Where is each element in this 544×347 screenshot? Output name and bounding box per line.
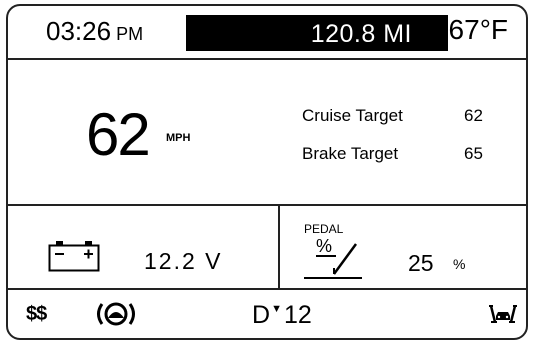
dollar-indicator: $$ — [26, 303, 47, 325]
speed-value: 62 — [86, 101, 151, 168]
brake-target-label: Brake Target — [302, 144, 399, 163]
pedal-unit: % — [453, 256, 466, 272]
panel-divider — [278, 204, 280, 288]
speed-panel: 62 MPH Cruise Target 62 Brake Target 65 — [8, 58, 526, 206]
gear-letter: D — [252, 301, 271, 329]
speed-unit: MPH — [166, 132, 191, 144]
cruise-target-label: Cruise Target — [302, 106, 403, 125]
odometer-box: 120.8 MI — [186, 15, 448, 51]
outside-temperature: 67°F — [448, 14, 508, 45]
brake-target-value: 65 — [464, 144, 483, 163]
gear-arrow: ▼ — [271, 303, 282, 315]
gear-number: 12 — [283, 301, 312, 329]
gauge-panel: 12.2 V PEDAL % 25 % — [8, 204, 526, 290]
battery-voltage: 12.2 V — [144, 248, 223, 274]
cruise-target-value: 62 — [464, 106, 483, 125]
clock-time: 03:26 — [46, 16, 112, 46]
gear-indicator: D▼12 — [252, 301, 312, 330]
bottom-status-bar: $$ D▼12 — [8, 288, 526, 338]
clock-ampm: PM — [116, 24, 144, 44]
brake-warning-icon — [97, 302, 135, 326]
top-status-bar: 03:26 PM 120.8 MI 67°F — [8, 6, 526, 60]
instrument-display: 03:26 PM 120.8 MI 67°F 62 MPH Cruise Targ… — [6, 4, 528, 340]
lane-assist-icon — [489, 305, 517, 323]
clock: 03:26 PM — [46, 16, 143, 47]
battery-icon — [48, 241, 100, 272]
odometer-value: 120.8 MI — [310, 20, 412, 48]
pedal-value: 25 — [408, 250, 434, 276]
pedal-symbol: % — [316, 236, 332, 256]
pedal-percent-icon: % — [304, 236, 362, 279]
